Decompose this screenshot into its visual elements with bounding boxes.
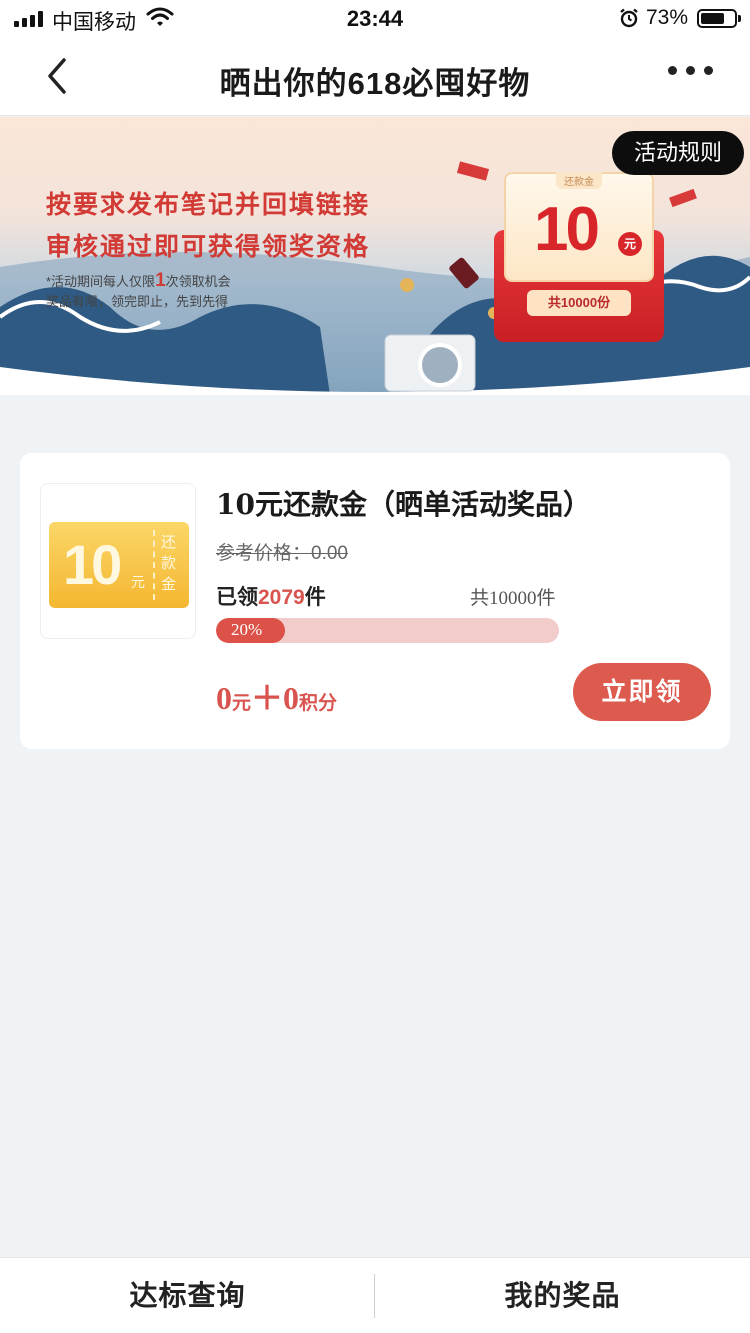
- red-packet-total: 共10000份: [527, 290, 631, 316]
- ticket-side-label: 还款金: [161, 534, 177, 593]
- tab-my-prizes[interactable]: 我的奖品: [375, 1258, 750, 1333]
- price-yuan: 0: [216, 680, 232, 716]
- claimed-prefix: 已领: [216, 586, 258, 609]
- price-points-unit: 积分: [299, 693, 338, 714]
- claimed-count: 已领2079件: [216, 581, 326, 611]
- prize-thumbnail: 10 元 还款金: [40, 483, 196, 639]
- promo-banner: 按要求发布笔记并回填链接 审核通过即可获得领奖资格 *活动期间每人仅限1次领取机…: [0, 117, 750, 395]
- claimed-number: 2079: [258, 586, 305, 609]
- price-points: 0: [283, 680, 300, 716]
- claimed-suffix: 件: [304, 586, 326, 609]
- ticket-unit: 元: [131, 574, 145, 590]
- prize-title: 10元还款金（晒单活动奖品）: [216, 488, 591, 521]
- activity-rules-button[interactable]: 活动规则: [611, 131, 744, 175]
- battery-icon: [697, 9, 741, 28]
- red-packet-card: 还款金 10 元: [504, 172, 654, 282]
- page-title: 晒出你的618必囤好物: [219, 66, 531, 101]
- claim-progress-label: 20%: [231, 620, 263, 639]
- prize-card: 10 元 还款金 10元还款金（晒单活动奖品） 参考价格：0.00 已领2079…: [20, 453, 730, 749]
- prize-price: 0元＋0积分: [216, 673, 337, 719]
- price-plus: ＋: [251, 680, 284, 716]
- tab-qualification-query[interactable]: 达标查询: [0, 1258, 375, 1333]
- banner-headline-1: 按要求发布笔记并回填链接: [46, 191, 371, 219]
- price-yuan-unit: 元: [232, 693, 252, 714]
- more-dots-icon[interactable]: [668, 66, 713, 75]
- reference-price: 参考价格：0.00: [216, 543, 348, 564]
- red-packet-unit: 元: [618, 232, 642, 256]
- banner-note-1-prefix: *活动期间每人仅限: [46, 274, 156, 289]
- banner-note-2: 奖品有限，领完即止，先到先得: [46, 294, 229, 309]
- bottom-tab-bar: 达标查询 我的奖品: [0, 1257, 750, 1333]
- battery-percent: 73%: [646, 6, 689, 29]
- ticket-amount: 10: [63, 533, 122, 596]
- red-packet-tag: 还款金: [556, 172, 602, 189]
- red-packet-amount: 10: [534, 195, 600, 264]
- banner-headline-2: 审核通过即可获得领奖资格: [46, 233, 371, 261]
- nav-bar: 晒出你的618必囤好物: [0, 38, 750, 116]
- total-stock: 共10000件: [470, 588, 556, 609]
- red-packet-illustration: 还款金 10 元 共10000份: [494, 172, 664, 342]
- banner-note-1-count: 1: [155, 270, 166, 291]
- banner-note-1-suffix: 次领取机会: [165, 274, 231, 289]
- coupon-ticket-icon: 10 元 还款金: [49, 522, 189, 608]
- claim-now-button[interactable]: 立即领: [573, 663, 711, 721]
- banner-note-1: *活动期间每人仅限1次领取机会: [46, 270, 231, 292]
- status-bar: 中国移动 23:44 73%: [0, 0, 750, 38]
- claim-progress-bar: 20%: [216, 618, 559, 643]
- alarm-icon: [619, 8, 639, 33]
